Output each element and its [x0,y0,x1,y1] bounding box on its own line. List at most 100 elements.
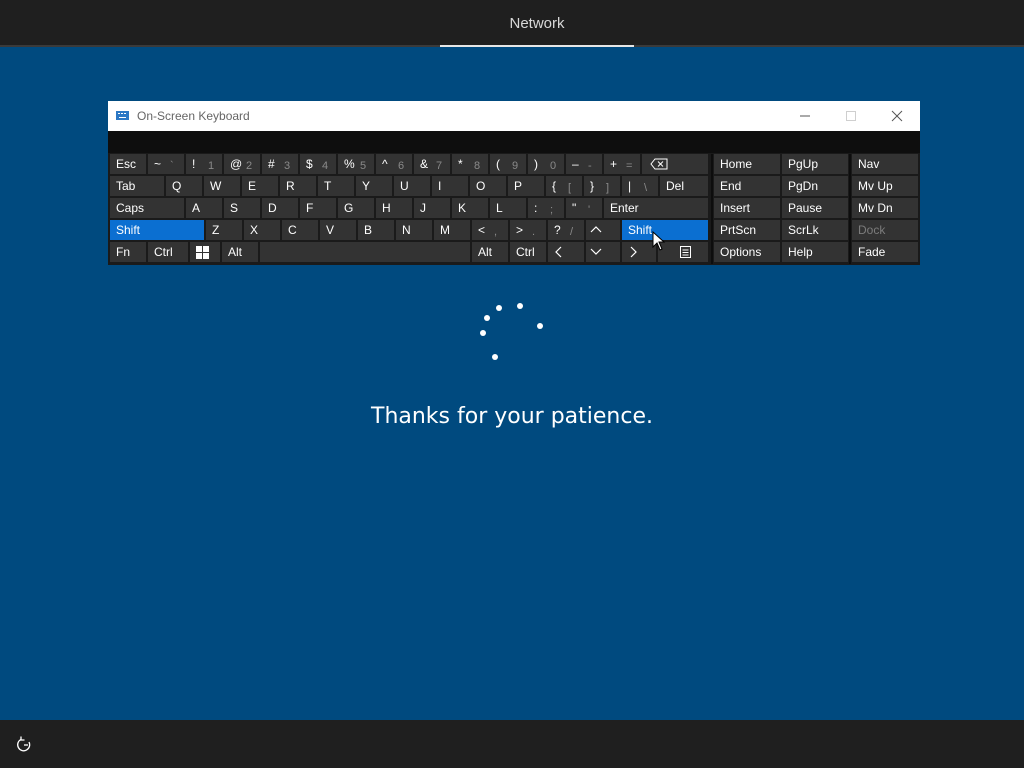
key-help[interactable]: Help [782,242,848,262]
maximize-icon[interactable] [828,101,874,131]
key-8[interactable]: * 8 [452,154,488,174]
key-n[interactable]: N [396,220,432,240]
key-dock[interactable]: Dock [852,220,918,240]
ease-of-access-icon[interactable] [12,733,36,757]
key-pgdn[interactable]: PgDn [782,176,848,196]
key-r[interactable]: R [280,176,316,196]
key-t[interactable]: T [318,176,354,196]
key-tab[interactable]: Tab [110,176,164,196]
key-0[interactable]: ) 0 [528,154,564,174]
nav-divider [849,154,851,264]
key-quote[interactable]: " ' [566,198,602,218]
key-period[interactable]: >. [510,220,546,240]
key-arrow-left[interactable] [548,242,584,262]
key-p[interactable]: P [508,176,544,196]
close-icon[interactable] [874,101,920,131]
tab-network-underline [440,45,634,47]
key-4[interactable]: $4 [300,154,336,174]
arrow-left-icon [555,246,562,258]
key-enter[interactable]: Enter [604,198,708,218]
key-mv-up[interactable]: Mv Up [852,176,918,196]
key-w[interactable]: W [204,176,240,196]
key-l[interactable]: L [490,198,526,218]
key-2[interactable]: @2 [224,154,260,174]
windows-logo-icon [196,246,209,259]
key-m[interactable]: M [434,220,470,240]
key-i[interactable]: I [432,176,468,196]
key-colon[interactable]: :; [528,198,564,218]
key-shift-left[interactable]: Shift [110,220,204,240]
key-f[interactable]: F [300,198,336,218]
key-o[interactable]: O [470,176,506,196]
key-ctrl-right[interactable]: Ctrl [510,242,546,262]
mouse-cursor-icon [652,231,666,251]
key-b[interactable]: B [358,220,394,240]
backspace-icon [650,158,668,170]
minimize-icon[interactable] [782,101,828,131]
keyboard-divider [711,154,713,264]
key-k[interactable]: K [452,198,488,218]
key-s[interactable]: S [224,198,260,218]
key-ctrl-left[interactable]: Ctrl [148,242,188,262]
arrow-down-icon [590,248,602,255]
key-3[interactable]: #3 [262,154,298,174]
key-backspace[interactable] [642,154,708,174]
osk-title-bar[interactable]: On-Screen Keyboard [108,101,920,131]
key-caps[interactable]: Caps [110,198,184,218]
key-7[interactable]: & 7 [414,154,450,174]
key-alt-right[interactable]: Alt [472,242,508,262]
key-del[interactable]: Del [660,176,708,196]
key-fn[interactable]: Fn [110,242,146,262]
key-mv-dn[interactable]: Mv Dn [852,198,918,218]
key-equals[interactable]: + = [604,154,640,174]
key-d[interactable]: D [262,198,298,218]
key-g[interactable]: G [338,198,374,218]
key-j[interactable]: J [414,198,450,218]
key-c[interactable]: C [282,220,318,240]
key-x[interactable]: X [244,220,280,240]
spinner-dot [496,305,502,311]
key-minus[interactable]: – - [566,154,602,174]
spinner-dot [484,315,490,321]
key-nav[interactable]: Nav [852,154,918,174]
key-options[interactable]: Options [714,242,780,262]
key-u[interactable]: U [394,176,430,196]
key-arrow-down[interactable] [586,242,620,262]
key-comma[interactable]: <, [472,220,508,240]
key-right-brace[interactable]: }] [584,176,620,196]
key-scrlk[interactable]: ScrLk [782,220,848,240]
key-6[interactable]: ^ 6 [376,154,412,174]
key-left-brace[interactable]: {[ [546,176,582,196]
key-9[interactable]: (9 [490,154,526,174]
key-end[interactable]: End [714,176,780,196]
key-windows[interactable] [190,242,220,262]
key-insert[interactable]: Insert [714,198,780,218]
key-q[interactable]: Q [166,176,202,196]
key-home[interactable]: Home [714,154,780,174]
key-slash[interactable]: ? / [548,220,584,240]
key-arrow-right[interactable] [622,242,656,262]
key-a[interactable]: A [186,198,222,218]
key-h[interactable]: H [376,198,412,218]
key-z[interactable]: Z [206,220,242,240]
key-pgup[interactable]: PgUp [782,154,848,174]
tab-network[interactable]: Network [440,0,634,46]
key-y[interactable]: Y [356,176,392,196]
spinner-dot [480,330,486,336]
key-prtscn[interactable]: PrtScn [714,220,780,240]
key-space[interactable] [260,242,470,262]
osk-title: On-Screen Keyboard [137,109,250,123]
key-esc[interactable]: Esc [110,154,146,174]
key-1[interactable]: ! 1 [186,154,222,174]
key-alt-left[interactable]: Alt [222,242,258,262]
key-e[interactable]: E [242,176,278,196]
key-tilde[interactable]: ~ ` [148,154,184,174]
key-5[interactable]: % 5 [338,154,374,174]
key-v[interactable]: V [320,220,356,240]
key-pause[interactable]: Pause [782,198,848,218]
loading-spinner [478,300,548,364]
key-fade[interactable]: Fade [852,242,918,262]
key-arrow-up[interactable] [586,220,620,240]
key-pipe[interactable]: | \ [622,176,658,196]
arrow-right-icon [630,246,637,258]
